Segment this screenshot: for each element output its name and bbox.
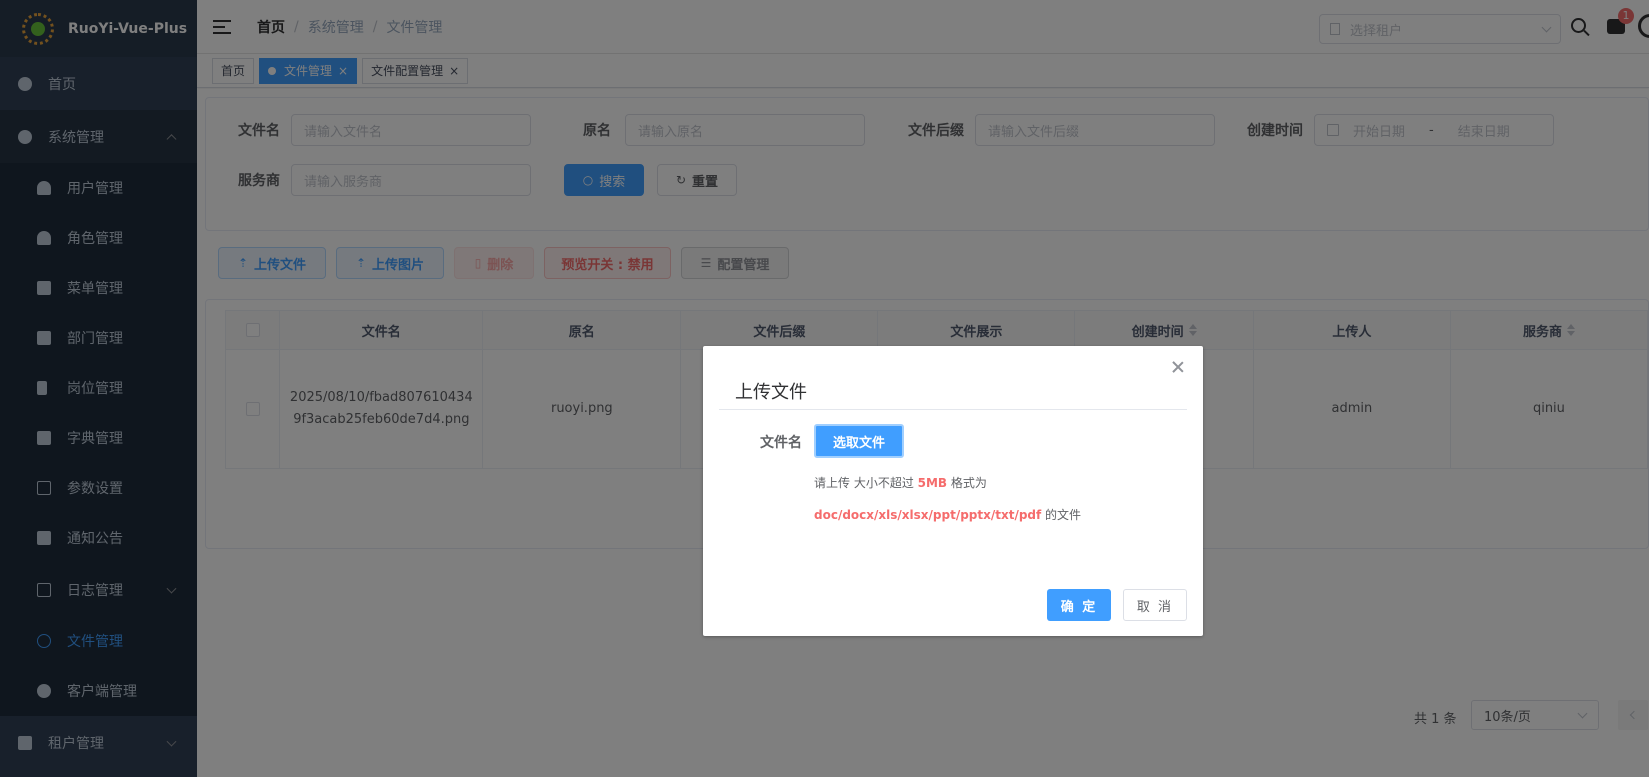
upload-dialog: 上传文件 文件名 选取文件 请上传 大小不超过 5MB 格式为 doc/docx…	[703, 346, 1203, 636]
confirm-button[interactable]: 确 定	[1047, 589, 1111, 621]
tip-suffix: 的文件	[1041, 508, 1082, 522]
tip-mid: 格式为	[947, 476, 987, 490]
tip-prefix: 请上传 大小不超过	[814, 476, 918, 490]
dialog-title: 上传文件	[735, 382, 807, 403]
tip-formats: doc/docx/xls/xlsx/ppt/pptx/txt/pdf	[814, 508, 1042, 522]
upload-tip-line1: 请上传 大小不超过 5MB 格式为	[814, 474, 987, 491]
cancel-button[interactable]: 取 消	[1123, 589, 1187, 621]
dialog-divider	[719, 409, 1187, 410]
close-icon[interactable]	[1171, 360, 1185, 374]
select-file-button[interactable]: 选取文件	[814, 424, 904, 458]
tip-size: 5MB	[917, 476, 948, 490]
upload-tip-line2: doc/docx/xls/xlsx/ppt/pptx/txt/pdf 的文件	[814, 506, 1081, 523]
dialog-field-label: 文件名	[760, 435, 802, 451]
